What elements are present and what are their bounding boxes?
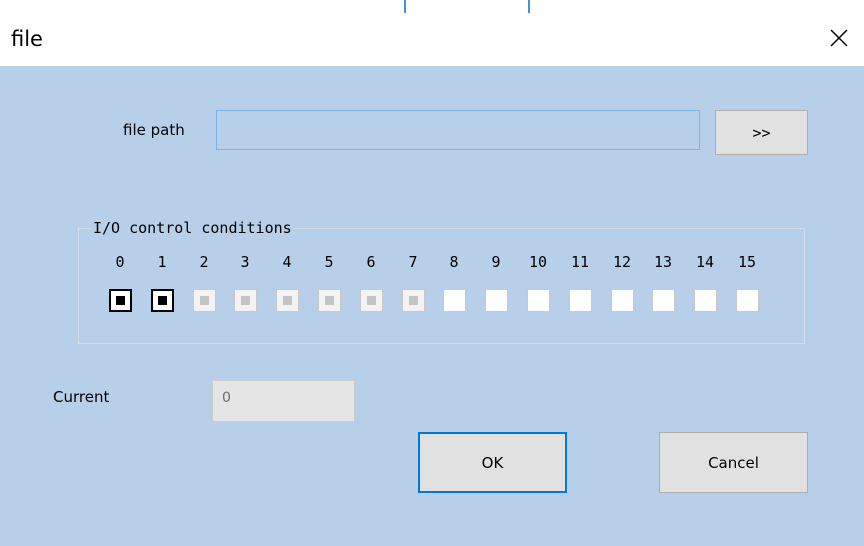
io-bit-label-4: 4 [282,253,292,271]
file-path-input[interactable] [216,110,700,150]
io-bit-label-5: 5 [324,253,334,271]
io-bit-checkbox-8[interactable] [443,289,466,312]
io-bit-label-12: 12 [612,253,632,271]
ok-button[interactable]: OK [418,432,567,493]
io-bit-checkbox-12[interactable] [611,289,634,312]
title-bar: file [0,13,864,66]
io-bit-label-13: 13 [653,253,673,271]
background-segment [404,0,530,14]
io-bit-label-11: 11 [570,253,590,271]
io-bit-checkbox-0[interactable] [109,289,132,312]
io-bit-checkbox-14[interactable] [694,289,717,312]
current-value-field: 0 [212,380,355,422]
io-bit-label-8: 8 [449,253,459,271]
background-segment [0,0,380,14]
io-group-title: I/O control conditions [91,219,294,237]
io-bit-checkbox-10[interactable] [527,289,550,312]
io-bit-checkbox-1[interactable] [151,289,174,312]
io-bit-label-9: 9 [491,253,501,271]
io-bit-label-6: 6 [366,253,376,271]
io-bit-checkbox-3[interactable] [234,289,257,312]
browse-button[interactable]: >> [715,110,808,155]
dialog-body: file path >> I/O control conditions 0123… [0,66,864,546]
io-bit-checkbox-5[interactable] [318,289,341,312]
io-bit-checkbox-2[interactable] [193,289,216,312]
io-bit-label-14: 14 [695,253,715,271]
io-bit-label-15: 15 [737,253,757,271]
window-title: file [11,27,43,51]
io-bit-checkbox-4[interactable] [276,289,299,312]
io-bit-checkbox-9[interactable] [485,289,508,312]
background-window-strip [0,0,864,14]
file-path-label: file path [123,121,185,139]
io-bit-label-2: 2 [199,253,209,271]
io-bit-label-1: 1 [157,253,167,271]
cancel-button[interactable]: Cancel [659,432,808,493]
io-bit-checkbox-6[interactable] [360,289,383,312]
close-icon[interactable] [824,23,854,53]
io-bit-label-0: 0 [115,253,125,271]
io-bit-checkbox-7[interactable] [402,289,425,312]
io-bit-label-10: 10 [528,253,548,271]
io-bit-checkbox-11[interactable] [569,289,592,312]
io-bit-checkbox-13[interactable] [652,289,675,312]
io-bit-checkbox-15[interactable] [736,289,759,312]
io-control-group: I/O control conditions 0 1 2 3 4 5 6 7 8 9 10 11 12 1… [78,219,805,344]
current-label: Current [53,388,110,406]
io-bit-label-3: 3 [240,253,250,271]
io-bit-label-7: 7 [408,253,418,271]
